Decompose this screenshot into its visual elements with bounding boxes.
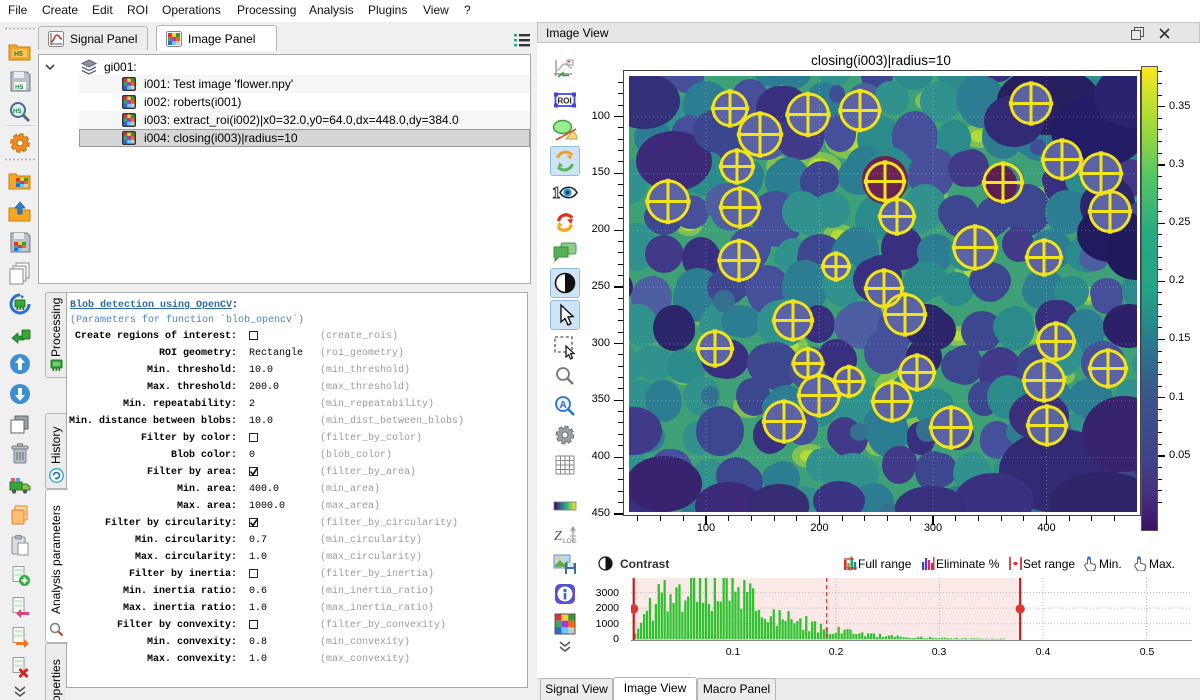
svg-text:H5: H5 <box>15 84 24 91</box>
svg-text:Z: Z <box>554 529 562 544</box>
svg-text:LOG: LOG <box>563 538 577 545</box>
svg-text:A: A <box>560 400 567 411</box>
svg-text:H5: H5 <box>13 108 22 115</box>
svg-text:H5: H5 <box>14 51 23 58</box>
svg-text:ROI: ROI <box>558 97 572 106</box>
